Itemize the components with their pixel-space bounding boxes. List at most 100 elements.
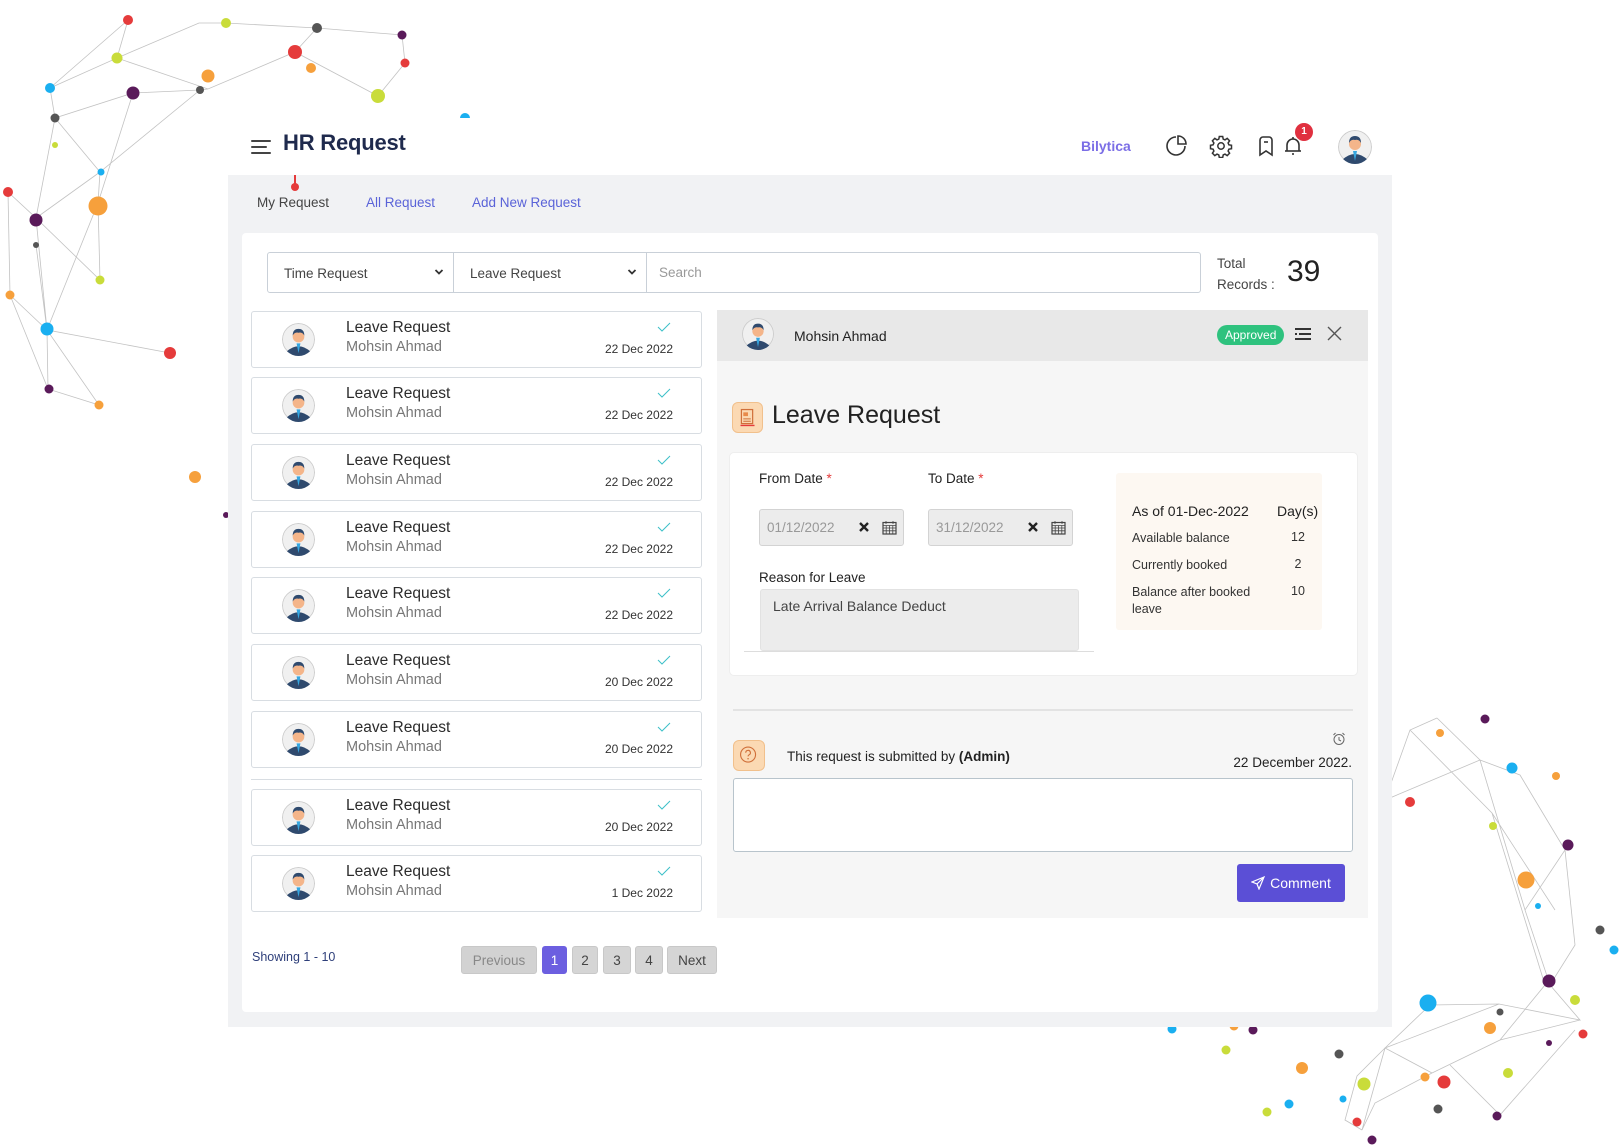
page-3-button[interactable]: 3 <box>603 946 631 974</box>
reason-textarea[interactable]: Late Arrival Balance Deduct <box>760 589 1079 651</box>
requester-name: Mohsin Ahmad <box>346 817 442 833</box>
active-tab-dot <box>291 183 299 191</box>
balance-row-label: Currently booked <box>1132 558 1228 572</box>
balance-row-value: 10 <box>1291 584 1305 598</box>
request-date: 20 Dec 2022 <box>604 820 673 834</box>
requester-avatar <box>282 323 315 356</box>
tab-my-request[interactable]: My Request <box>257 195 329 210</box>
send-icon <box>1251 876 1266 890</box>
request-list-item[interactable]: Leave Request Mohsin Ahmad 22 Dec 2022 <box>251 511 702 568</box>
divider <box>744 651 1094 652</box>
balance-row-value: 2 <box>1294 557 1302 571</box>
requester-name: Mohsin Ahmad <box>346 339 442 355</box>
request-list-item[interactable]: Leave Request Mohsin Ahmad 22 Dec 2022 <box>251 444 702 501</box>
to-date-label: To Date * <box>928 471 984 486</box>
brand-link[interactable]: Bilytica <box>1081 138 1131 154</box>
request-title: Leave Request <box>346 519 451 536</box>
balance-unit-heading: Day(s) <box>1277 503 1319 519</box>
request-list-item[interactable]: Leave Request Mohsin Ahmad 1 Dec 2022 <box>251 855 702 912</box>
close-icon[interactable] <box>1326 325 1343 342</box>
request-date: 22 Dec 2022 <box>604 475 673 489</box>
tab-bar: My Request All Request Add New Request <box>228 175 1392 231</box>
request-type-value: Time Request <box>284 266 368 281</box>
page-4-button[interactable]: 4 <box>635 946 663 974</box>
document-icon <box>732 402 763 433</box>
requester-avatar <box>742 318 774 350</box>
comment-button[interactable]: Comment <box>1237 864 1345 902</box>
requester-avatar <box>282 723 315 756</box>
menu-icon[interactable] <box>251 140 271 154</box>
requester-avatar <box>282 589 315 622</box>
check-icon <box>657 800 671 810</box>
calendar-icon[interactable] <box>882 520 897 535</box>
request-title: Leave Request <box>346 319 451 336</box>
check-icon <box>657 655 671 665</box>
total-records-value: 39 <box>1287 255 1321 288</box>
check-icon <box>657 388 671 398</box>
requester-name: Mohsin Ahmad <box>346 539 442 555</box>
detail-title: Leave Request <box>772 401 941 429</box>
settings-gear-icon[interactable] <box>1209 134 1233 158</box>
request-list-item[interactable]: Leave Request Mohsin Ahmad 20 Dec 2022 <box>251 711 702 768</box>
submitted-by-user: (Admin) <box>958 749 1010 764</box>
check-icon <box>657 866 671 876</box>
request-list-item[interactable]: Leave Request Mohsin Ahmad 22 Dec 2022 <box>251 577 702 634</box>
request-date: 20 Dec 2022 <box>604 742 673 756</box>
next-page-button[interactable]: Next <box>667 946 717 974</box>
request-title: Leave Request <box>346 863 451 880</box>
from-date-field[interactable]: 01/12/2022 <box>759 509 904 546</box>
comment-button-label: Comment <box>1270 875 1331 891</box>
request-list-item[interactable]: Leave Request Mohsin Ahmad 22 Dec 2022 <box>251 377 702 434</box>
leave-form: From Date * 01/12/2022 To Date * 31/12/2… <box>729 452 1358 676</box>
app-header: HR Request Bilytica 1 <box>228 118 1392 175</box>
requester-name: Mohsin Ahmad <box>346 472 442 488</box>
from-date-value: 01/12/2022 <box>767 520 835 535</box>
request-subtype-value: Leave Request <box>470 266 561 281</box>
chevron-down-icon <box>627 269 637 275</box>
clear-icon[interactable] <box>1027 521 1039 533</box>
balance-heading: As of 01-Dec-2022 <box>1132 503 1249 519</box>
leave-balance-table: As of 01-Dec-2022 Day(s) Available balan… <box>1116 473 1322 630</box>
clear-icon[interactable] <box>858 521 870 533</box>
chevron-down-icon <box>434 269 444 275</box>
requester-name: Mohsin Ahmad <box>346 739 442 755</box>
search-input[interactable] <box>646 252 1201 293</box>
page-1-button[interactable]: 1 <box>542 946 567 974</box>
bookmark-icon[interactable] <box>1254 134 1278 158</box>
status-badge: Approved <box>1217 325 1285 345</box>
previous-page-button[interactable]: Previous <box>461 946 537 974</box>
page-title: HR Request <box>283 130 406 155</box>
requester-avatar <box>282 801 315 834</box>
requester-name: Mohsin Ahmad <box>346 605 442 621</box>
requester-avatar <box>282 456 315 489</box>
pie-chart-icon[interactable] <box>1164 134 1188 158</box>
requester-name: Mohsin Ahmad <box>346 883 442 899</box>
request-list-item[interactable]: Leave Request Mohsin Ahmad 20 Dec 2022 <box>251 644 702 701</box>
requester-name: Mohsin Ahmad <box>346 672 442 688</box>
request-title: Leave Request <box>346 719 451 736</box>
request-date: 22 Dec 2022 <box>604 542 673 556</box>
request-type-select[interactable]: Time Request <box>267 252 454 293</box>
tab-all-request[interactable]: All Request <box>366 195 435 210</box>
request-title: Leave Request <box>346 585 451 602</box>
to-date-field[interactable]: 31/12/2022 <box>928 509 1073 546</box>
user-avatar[interactable] <box>1338 130 1372 164</box>
page-2-button[interactable]: 2 <box>572 946 598 974</box>
request-list-item[interactable]: Leave Request Mohsin Ahmad 22 Dec 2022 <box>251 311 702 368</box>
to-date-value: 31/12/2022 <box>936 520 1004 535</box>
check-icon <box>657 455 671 465</box>
comment-textarea[interactable] <box>733 778 1353 852</box>
request-detail-panel: Mohsin Ahmad Approved Leave Request From… <box>717 310 1368 918</box>
request-list-item[interactable]: Leave Request Mohsin Ahmad 20 Dec 2022 <box>251 789 702 846</box>
requester-avatar <box>282 656 315 689</box>
showing-range: Showing 1 - 10 <box>252 950 336 964</box>
main-content: My Request All Request Add New Request T… <box>228 175 1392 1027</box>
calendar-icon[interactable] <box>1051 520 1066 535</box>
request-date: 22 Dec 2022 <box>604 408 673 422</box>
check-icon <box>657 522 671 532</box>
list-menu-icon[interactable] <box>1294 327 1312 341</box>
request-title: Leave Request <box>346 797 451 814</box>
total-records-label: Total Records : <box>1217 256 1275 292</box>
request-subtype-select[interactable]: Leave Request <box>453 252 647 293</box>
tab-add-new-request[interactable]: Add New Request <box>472 195 581 210</box>
